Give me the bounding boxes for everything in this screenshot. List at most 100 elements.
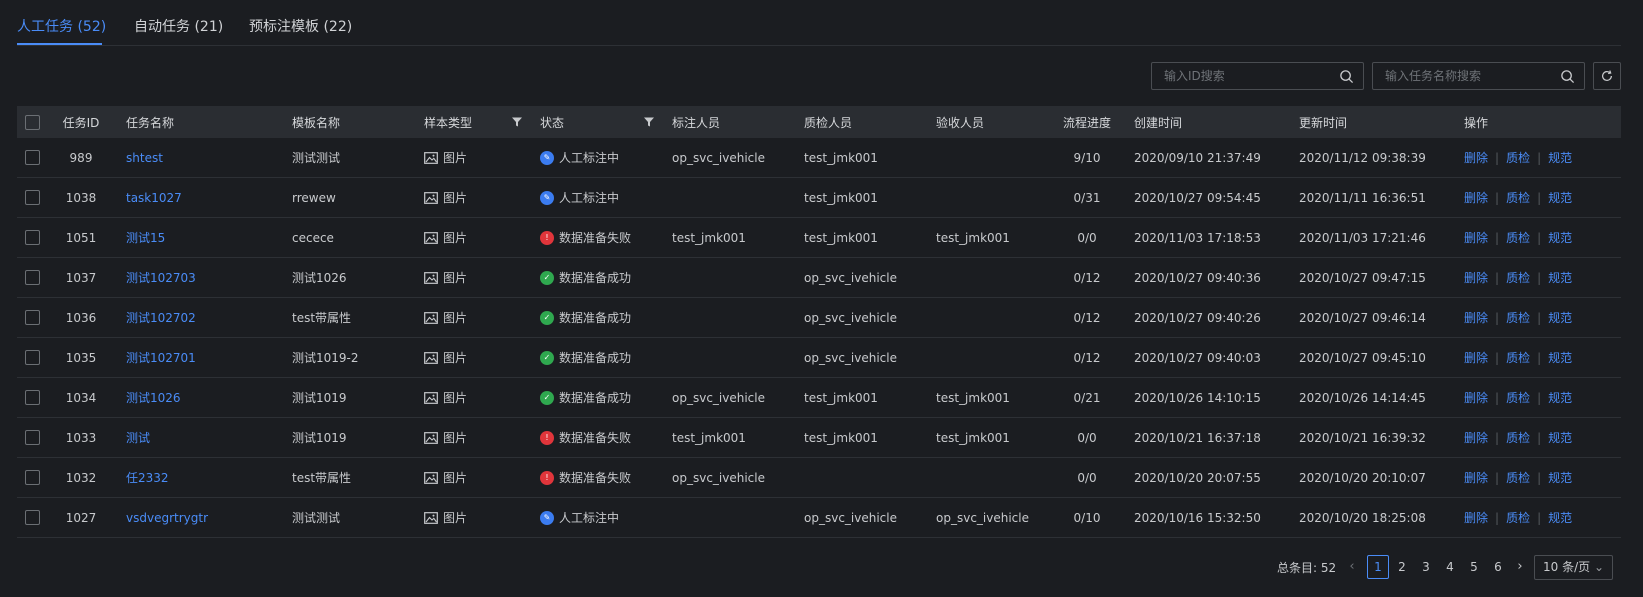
spec-button[interactable]: 规范 <box>1548 269 1572 286</box>
action-separator: | <box>1495 390 1500 405</box>
sample-type: 图片 <box>424 378 467 417</box>
spec-button[interactable]: 规范 <box>1548 349 1572 366</box>
delete-button[interactable]: 删除 <box>1464 389 1488 406</box>
prev-page-icon[interactable]: ‹ <box>1345 559 1359 574</box>
sample-type: 图片 <box>424 138 467 177</box>
delete-button[interactable]: 删除 <box>1464 149 1488 166</box>
sample-type-label: 图片 <box>443 511 468 525</box>
qa-button[interactable]: 质检 <box>1506 349 1530 366</box>
header-qa: 质检人员 <box>804 115 853 130</box>
sample-type-filter-icon[interactable] <box>511 116 523 128</box>
refresh-button[interactable] <box>1593 62 1621 90</box>
page-number-button[interactable]: 6 <box>1487 555 1509 579</box>
qa-person: op_svc_ivehicle <box>804 310 897 325</box>
task-name-link[interactable]: 测试 <box>126 418 150 457</box>
tab-manual-tasks[interactable]: 人工任务 (52) <box>17 16 106 36</box>
row-select-cell <box>25 258 40 297</box>
task-name-link[interactable]: 任2332 <box>126 458 169 497</box>
row-checkbox[interactable] <box>25 470 40 485</box>
page-number-button[interactable]: 1 <box>1367 555 1389 579</box>
spec-button[interactable]: 规范 <box>1548 189 1572 206</box>
task-name-link[interactable]: 测试15 <box>126 218 165 257</box>
updated-time: 2020/10/20 18:25:08 <box>1299 510 1426 525</box>
row-checkbox[interactable] <box>25 390 40 405</box>
task-name-link[interactable]: shtest <box>126 138 163 177</box>
row-checkbox[interactable] <box>25 190 40 205</box>
row-checkbox[interactable] <box>25 310 40 325</box>
delete-button[interactable]: 删除 <box>1464 509 1488 526</box>
delete-button[interactable]: 删除 <box>1464 269 1488 286</box>
row-actions: 删除 | 质检 | 规范 <box>1464 178 1572 217</box>
page-number-button[interactable]: 3 <box>1415 555 1437 579</box>
template-name: test带属性 <box>292 311 352 325</box>
image-icon <box>424 391 438 404</box>
action-separator: | <box>1537 350 1542 365</box>
task-name-link[interactable]: 测试102703 <box>126 258 196 297</box>
page-number-button[interactable]: 4 <box>1439 555 1461 579</box>
status-badge: ✎ 人工标注中 <box>540 178 619 217</box>
qa-person: test_jmk001 <box>804 230 878 245</box>
spec-button[interactable]: 规范 <box>1548 149 1572 166</box>
delete-button[interactable]: 删除 <box>1464 309 1488 326</box>
task-name-link[interactable]: 测试102701 <box>126 338 196 377</box>
progress: 0/0 <box>1077 230 1097 245</box>
task-name-link[interactable]: task1027 <box>126 178 182 217</box>
qa-button[interactable]: 质检 <box>1506 149 1530 166</box>
row-checkbox[interactable] <box>25 430 40 445</box>
qa-button[interactable]: 质检 <box>1506 189 1530 206</box>
spec-button[interactable]: 规范 <box>1548 429 1572 446</box>
task-id: 1033 <box>65 430 97 445</box>
sample-type-label: 图片 <box>443 271 468 285</box>
page-number-button[interactable]: 5 <box>1463 555 1485 579</box>
status-label: 数据准备失败 <box>559 231 632 245</box>
delete-button[interactable]: 删除 <box>1464 229 1488 246</box>
action-separator: | <box>1495 310 1500 325</box>
delete-button[interactable]: 删除 <box>1464 189 1488 206</box>
spec-button[interactable]: 规范 <box>1548 509 1572 526</box>
spec-button[interactable]: 规范 <box>1548 309 1572 326</box>
action-separator: | <box>1495 470 1500 485</box>
task-name-link[interactable]: vsdvegrtrygtr <box>126 498 208 537</box>
row-checkbox[interactable] <box>25 150 40 165</box>
search-icon[interactable] <box>1560 69 1575 84</box>
tab-pre-annotation-templates[interactable]: 预标注模板 (22) <box>249 16 352 36</box>
row-checkbox[interactable] <box>25 270 40 285</box>
id-search-box <box>1151 62 1364 90</box>
qa-button[interactable]: 质检 <box>1506 509 1530 526</box>
status-filter-icon[interactable] <box>643 116 655 128</box>
delete-button[interactable]: 删除 <box>1464 469 1488 486</box>
tab-auto-tasks[interactable]: 自动任务 (21) <box>134 16 223 36</box>
created-time: 2020/10/26 14:10:15 <box>1134 390 1261 405</box>
template-name: cecece <box>292 230 334 245</box>
created-time: 2020/11/03 17:18:53 <box>1134 230 1261 245</box>
qa-button[interactable]: 质检 <box>1506 269 1530 286</box>
delete-button[interactable]: 删除 <box>1464 349 1488 366</box>
page-size-select[interactable]: 10 条/页 ⌄ <box>1534 555 1613 580</box>
spec-button[interactable]: 规范 <box>1548 389 1572 406</box>
header-id: 任务ID <box>62 115 100 130</box>
qa-button[interactable]: 质检 <box>1506 389 1530 406</box>
search-icon[interactable] <box>1339 69 1354 84</box>
id-search-input[interactable] <box>1152 63 1363 89</box>
qa-button[interactable]: 质检 <box>1506 229 1530 246</box>
spec-button[interactable]: 规范 <box>1548 469 1572 486</box>
qa-button[interactable]: 质检 <box>1506 429 1530 446</box>
next-page-icon[interactable]: › <box>1513 559 1527 574</box>
row-checkbox[interactable] <box>25 350 40 365</box>
select-all-checkbox[interactable] <box>25 114 40 130</box>
delete-button[interactable]: 删除 <box>1464 429 1488 446</box>
task-name-link[interactable]: 测试102702 <box>126 298 196 337</box>
status-badge: ! 数据准备失败 <box>540 418 631 457</box>
name-search-input[interactable] <box>1373 63 1584 89</box>
pagination-total: 总条目: 52 <box>1277 561 1337 575</box>
sample-type: 图片 <box>424 458 467 497</box>
row-checkbox[interactable] <box>25 230 40 245</box>
header-sample-type: 样本类型 <box>424 115 473 130</box>
page-number-button[interactable]: 2 <box>1391 555 1413 579</box>
qa-button[interactable]: 质检 <box>1506 469 1530 486</box>
qa-button[interactable]: 质检 <box>1506 309 1530 326</box>
row-checkbox[interactable] <box>25 510 40 525</box>
status-label: 人工标注中 <box>559 511 620 525</box>
spec-button[interactable]: 规范 <box>1548 229 1572 246</box>
task-name-link[interactable]: 测试1026 <box>126 378 181 417</box>
